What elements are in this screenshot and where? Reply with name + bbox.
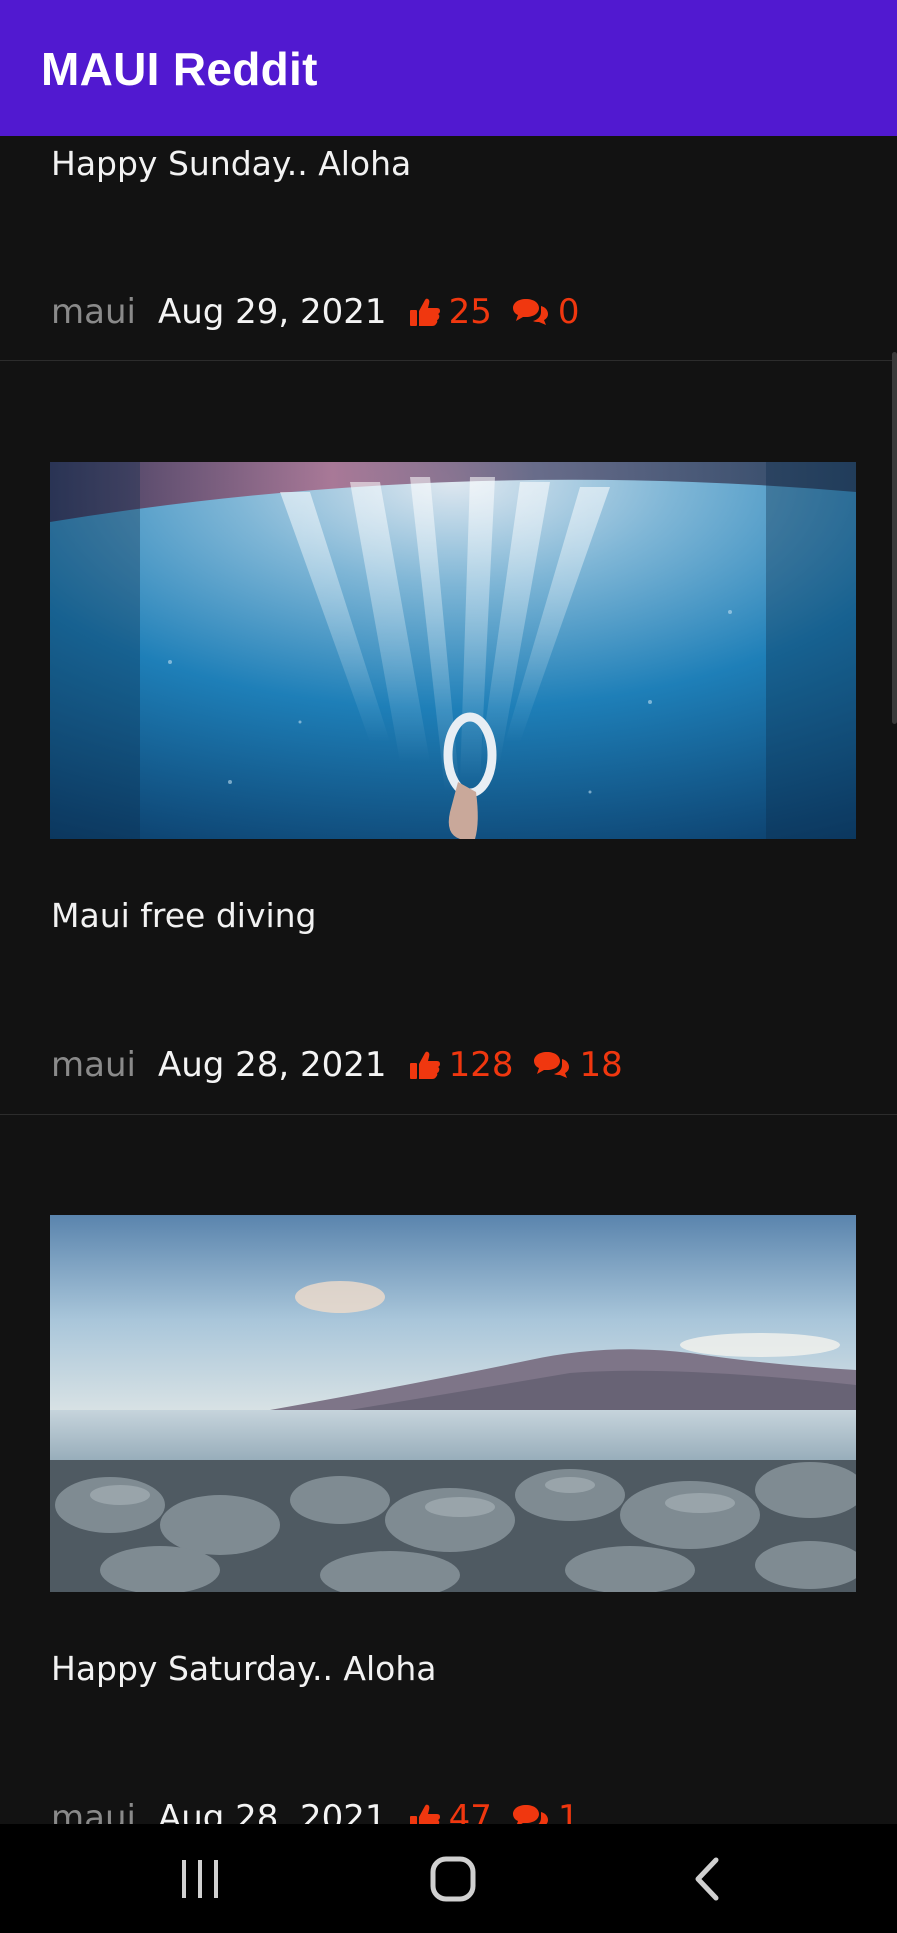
- post-meta: maui Aug 29, 2021 25 0: [51, 287, 599, 337]
- post-author[interactable]: maui: [51, 1798, 136, 1824]
- home-icon: [430, 1856, 476, 1901]
- home-button[interactable]: [393, 1824, 513, 1933]
- back-icon: [695, 1857, 719, 1900]
- comment-count[interactable]: 0: [512, 292, 580, 332]
- like-count[interactable]: 47: [409, 1798, 492, 1824]
- recent-apps-icon: [182, 1859, 218, 1898]
- thumbs-up-icon: [409, 1804, 440, 1824]
- comments-icon: [512, 299, 548, 325]
- comment-count[interactable]: 1: [512, 1798, 580, 1824]
- comment-count[interactable]: 18: [533, 1045, 623, 1085]
- post-title[interactable]: Maui free diving: [51, 896, 317, 935]
- post-feed[interactable]: Happy Sunday.. Aloha maui Aug 29, 2021 2…: [0, 136, 897, 1824]
- like-count-value: 25: [448, 292, 492, 332]
- app-title: MAUI Reddit: [41, 43, 318, 95]
- post-title[interactable]: Happy Sunday.. Aloha: [51, 144, 411, 183]
- post-author[interactable]: maui: [51, 292, 136, 332]
- recent-apps-button[interactable]: [140, 1824, 260, 1933]
- like-count-value: 47: [448, 1798, 492, 1824]
- like-count-value: 128: [448, 1045, 514, 1085]
- like-count[interactable]: 25: [409, 292, 492, 332]
- post-date: Aug 29, 2021: [157, 292, 387, 332]
- system-nav-bar: [0, 1824, 897, 1933]
- thumbs-up-icon: [409, 298, 440, 326]
- like-count[interactable]: 128: [409, 1045, 514, 1085]
- underwater-diver-image: [50, 462, 856, 839]
- post-divider: [0, 360, 897, 361]
- back-button[interactable]: [647, 1824, 767, 1933]
- post-date: Aug 28, 2021: [157, 1798, 387, 1824]
- coastal-landscape-image: [50, 1215, 856, 1592]
- comment-count-value: 0: [557, 292, 580, 332]
- post-image[interactable]: [50, 462, 856, 839]
- post-divider: [0, 1114, 897, 1115]
- comments-icon: [512, 1805, 548, 1824]
- thumbs-up-icon: [409, 1051, 440, 1079]
- post-meta: maui Aug 28, 2021 128 18: [51, 1040, 643, 1090]
- comment-count-value: 18: [579, 1045, 623, 1085]
- post-author[interactable]: maui: [51, 1045, 136, 1085]
- post-meta: maui Aug 28, 2021 47 1: [51, 1793, 599, 1824]
- post-date: Aug 28, 2021: [157, 1045, 387, 1085]
- post-image[interactable]: [50, 1215, 856, 1592]
- comment-count-value: 1: [557, 1798, 580, 1824]
- post-title[interactable]: Happy Saturday.. Aloha: [51, 1649, 437, 1688]
- scrollbar[interactable]: [892, 352, 897, 724]
- app-bar: MAUI Reddit: [0, 0, 897, 136]
- comments-icon: [534, 1052, 570, 1078]
